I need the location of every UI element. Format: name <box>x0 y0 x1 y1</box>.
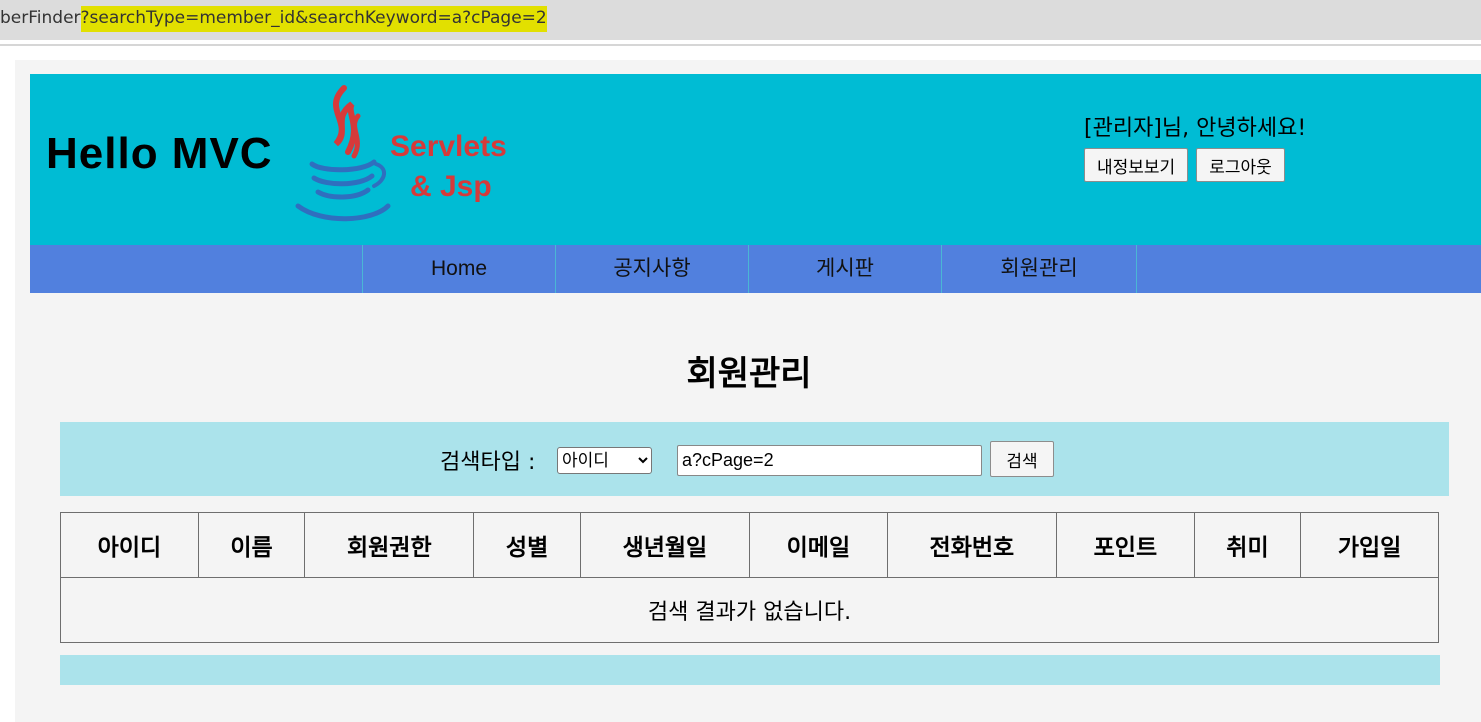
member-table: 아이디 이름 회원권한 성별 생년월일 이메일 전화번호 포인트 취미 가입일 … <box>60 512 1439 643</box>
col-header-gender: 성별 <box>473 512 581 578</box>
search-type-select[interactable]: 아이디 <box>557 447 652 474</box>
java-cup-icon <box>295 85 391 222</box>
table-header-row: 아이디 이름 회원권한 성별 생년월일 이메일 전화번호 포인트 취미 가입일 <box>60 512 1439 578</box>
col-header-hobby: 취미 <box>1193 512 1302 578</box>
col-header-birthday: 생년월일 <box>579 512 750 578</box>
url-path: berFinder <box>0 8 81 28</box>
col-header-phone: 전화번호 <box>886 512 1057 578</box>
nav-divider <box>1136 245 1137 293</box>
browser-address-bar[interactable]: berFinder?searchType=member_id&searchKey… <box>0 0 1481 40</box>
page-title: 회원관리 <box>686 354 812 394</box>
col-header-point: 포인트 <box>1055 512 1195 578</box>
col-header-id: 아이디 <box>60 512 199 578</box>
logout-button[interactable]: 로그아웃 <box>1196 148 1285 182</box>
logo-text-servlets: Servlets <box>390 130 507 163</box>
table-row: 검색 결과가 없습니다. <box>60 577 1439 643</box>
col-header-email: 이메일 <box>748 512 888 578</box>
search-keyword-input[interactable] <box>677 445 982 476</box>
search-type-label: 검색타입 : <box>440 450 536 475</box>
col-header-name: 이름 <box>197 512 306 578</box>
nav-item-home[interactable]: Home <box>362 245 555 293</box>
greeting-text: [관리자]님, 안녕하세요! <box>1084 116 1307 141</box>
pagination-bar <box>60 655 1440 685</box>
nav-item-member-admin[interactable]: 회원관리 <box>941 245 1136 293</box>
url-query-highlight: ?searchType=member_id&searchKeyword=a?cP… <box>80 6 547 32</box>
search-button[interactable]: 검색 <box>990 441 1054 477</box>
main-nav: Home 공지사항 게시판 회원관리 <box>30 245 1481 293</box>
col-header-role: 회원권한 <box>304 512 475 578</box>
address-bar-divider-2 <box>0 44 1481 46</box>
user-buttons: 내정보보기 로그아웃 <box>1084 148 1306 182</box>
address-url[interactable]: berFinder?searchType=member_id&searchKey… <box>0 6 547 32</box>
nav-item-notice[interactable]: 공지사항 <box>555 245 748 293</box>
site-header: Hello MVC Servlets & Jsp [관리자]님, 안녕하세요! … <box>30 74 1481 245</box>
servlets-jsp-logo: Servlets & Jsp <box>292 82 532 230</box>
logo-text-jsp: & Jsp <box>410 170 492 203</box>
nav-item-board[interactable]: 게시판 <box>748 245 941 293</box>
my-info-button[interactable]: 내정보보기 <box>1084 148 1189 182</box>
site-container: Hello MVC Servlets & Jsp [관리자]님, 안녕하세요! … <box>30 74 1481 722</box>
search-container: 검색타입 : 아이디 검색 <box>60 422 1449 496</box>
col-header-enroll-date: 가입일 <box>1300 512 1439 578</box>
address-bar-divider <box>0 40 1481 42</box>
empty-result-message: 검색 결과가 없습니다. <box>60 577 1439 643</box>
login-status-box: [관리자]님, 안녕하세요! 내정보보기 로그아웃 <box>1084 110 1306 182</box>
site-title[interactable]: Hello MVC <box>46 129 273 179</box>
